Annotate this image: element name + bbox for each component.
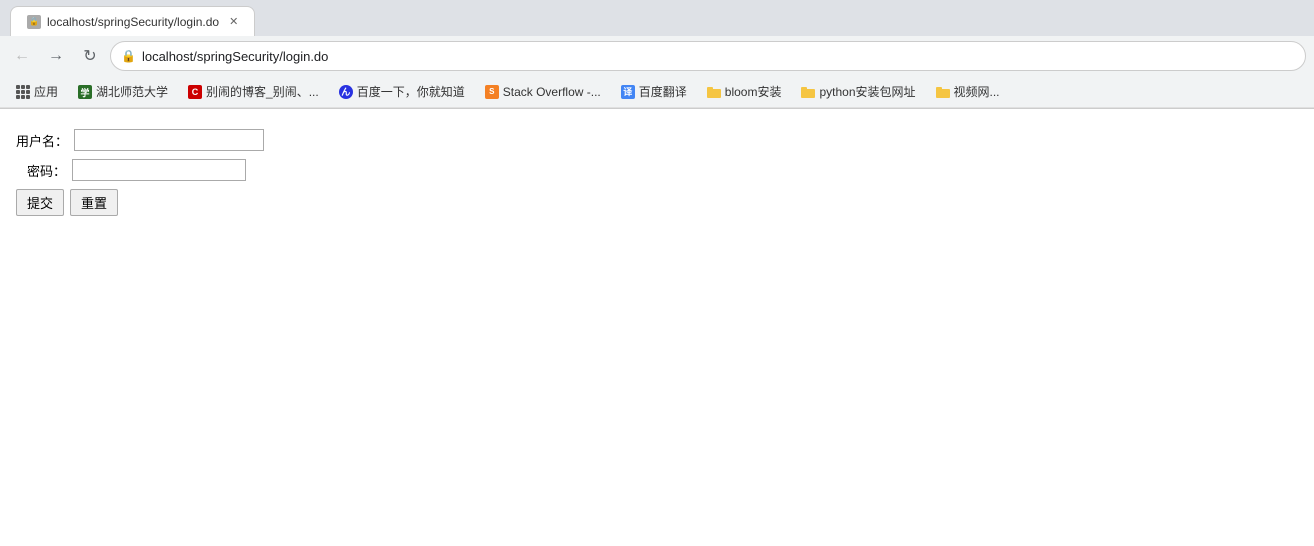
stackoverflow-favicon: S [485,85,499,99]
password-row: 密码： [16,159,1298,181]
bookmarks-bar: 应用 学 湖北师范大学 C 别闹的博客_别闹、... ん 百度一下，你就知 [0,76,1314,108]
python-folder-icon [801,85,815,99]
csdn-label: 别闹的博客_别闹、... [206,83,319,100]
baidu-label: 百度一下，你就知道 [357,83,465,100]
video-folder-icon [936,85,950,99]
bloom-label: bloom安装 [725,83,782,100]
back-button[interactable]: ← [8,42,36,70]
bloom-folder-icon [707,85,721,99]
hubei-favicon: 学 [78,85,92,99]
back-icon: ← [14,47,30,65]
reload-icon: ↻ [83,46,96,66]
active-tab[interactable]: 🔒 localhost/springSecurity/login.do ✕ [10,6,255,36]
svg-text:学: 学 [81,87,90,98]
bookmark-baidu[interactable]: ん 百度一下，你就知道 [331,80,473,103]
baidufanyi-label: 百度翻译 [639,83,687,100]
bookmark-baidufanyi[interactable]: 译 百度翻译 [613,80,695,103]
bookmark-stackoverflow[interactable]: S Stack Overflow -... [477,82,609,102]
bookmark-python[interactable]: python安装包网址 [793,80,923,103]
browser-chrome: 🔒 localhost/springSecurity/login.do ✕ ← … [0,0,1314,109]
page-content: 用户名： 密码： 提交 重置 [0,109,1314,236]
video-label: 视频网... [954,83,1000,100]
forward-button[interactable]: → [42,42,70,70]
password-input[interactable] [72,159,246,181]
apps-grid-icon [16,85,30,99]
csdn-favicon: C [188,85,202,99]
username-label: 用户名： [16,131,68,150]
tab-favicon: 🔒 [27,15,41,29]
bookmark-csdn[interactable]: C 别闹的博客_别闹、... [180,80,327,103]
tab-close-button[interactable]: ✕ [229,15,238,28]
stackoverflow-label: Stack Overflow -... [503,85,601,99]
address-text: localhost/springSecurity/login.do [142,49,1295,64]
bookmark-video[interactable]: 视频网... [928,80,1008,103]
python-label: python安装包网址 [819,83,915,100]
baidu-favicon: ん [339,85,353,99]
tab-title: localhost/springSecurity/login.do [47,15,219,29]
button-row: 提交 重置 [16,189,1298,216]
bookmark-bloom[interactable]: bloom安装 [699,80,790,103]
address-bar-row: ← → ↻ 🔒 localhost/springSecurity/login.d… [0,36,1314,76]
address-bar-container[interactable]: 🔒 localhost/springSecurity/login.do [110,41,1306,71]
reload-button[interactable]: ↻ [76,42,104,70]
submit-button[interactable]: 提交 [16,189,64,216]
password-label: 密码： [16,161,66,180]
reset-button[interactable]: 重置 [70,189,118,216]
apps-label: 应用 [34,83,58,100]
bookmark-apps[interactable]: 应用 [8,80,66,103]
bookmark-hubei[interactable]: 学 湖北师范大学 [70,80,176,103]
username-row: 用户名： [16,129,1298,151]
lock-icon: 🔒 [121,49,136,63]
tab-bar: 🔒 localhost/springSecurity/login.do ✕ [0,0,1314,36]
forward-icon: → [48,47,64,65]
hubei-label: 湖北师范大学 [96,83,168,100]
translate-favicon: 译 [621,85,635,99]
username-input[interactable] [74,129,264,151]
